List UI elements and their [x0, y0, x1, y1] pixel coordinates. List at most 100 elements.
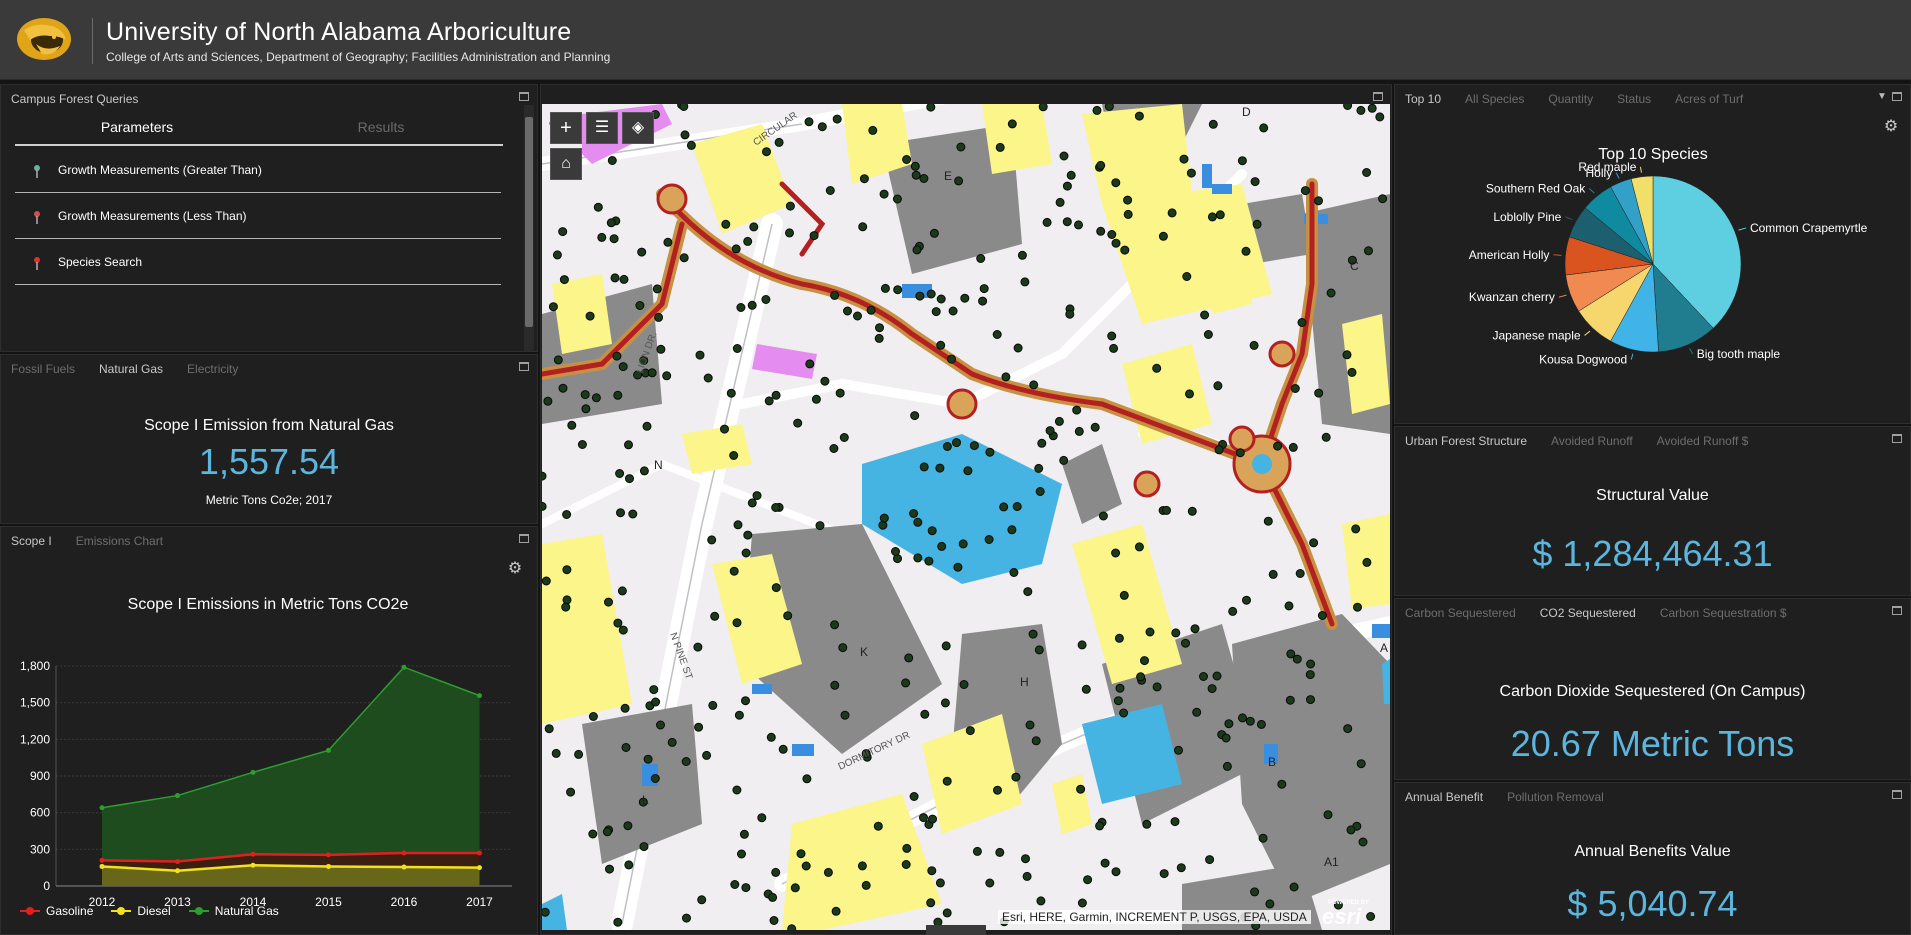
tree-marker[interactable] — [840, 710, 850, 720]
tree-marker[interactable] — [935, 878, 945, 888]
tree-marker[interactable] — [936, 294, 946, 304]
data-point[interactable] — [401, 850, 407, 856]
tree-marker[interactable] — [811, 394, 821, 404]
tree-marker[interactable] — [1250, 177, 1260, 187]
tree-marker[interactable] — [752, 491, 762, 501]
tree-marker[interactable] — [976, 254, 986, 263]
tree-marker[interactable] — [1207, 212, 1217, 222]
tree-marker[interactable] — [1263, 516, 1273, 526]
tree-marker[interactable] — [656, 720, 665, 730]
tree-marker[interactable] — [654, 312, 664, 322]
tree-marker[interactable] — [825, 186, 835, 195]
tree-marker[interactable] — [952, 438, 961, 448]
tree-marker[interactable] — [1238, 713, 1247, 723]
tree-marker[interactable] — [1096, 226, 1106, 236]
tree-marker[interactable] — [1007, 119, 1017, 129]
tree-marker[interactable] — [901, 678, 911, 688]
tree-marker[interactable] — [893, 285, 903, 295]
tree-marker[interactable] — [1142, 819, 1152, 829]
tree-marker[interactable] — [1120, 245, 1130, 255]
tree-marker[interactable] — [1007, 525, 1017, 535]
tree-marker[interactable] — [548, 302, 558, 312]
tree-marker[interactable] — [880, 283, 890, 293]
tree-marker[interactable] — [829, 444, 839, 453]
tree-marker[interactable] — [985, 447, 995, 457]
tree-marker[interactable] — [1013, 343, 1023, 353]
tree-marker[interactable] — [927, 526, 937, 536]
tree-marker[interactable] — [647, 368, 657, 378]
query-item-growth-greater[interactable]: Growth Measurements (Greater Than) — [15, 147, 501, 193]
tree-marker[interactable] — [1035, 487, 1045, 496]
tree-marker[interactable] — [551, 748, 561, 758]
tree-marker[interactable] — [757, 813, 767, 823]
tree-marker[interactable] — [730, 880, 740, 889]
tree-marker[interactable] — [1095, 821, 1105, 831]
tree-marker[interactable] — [942, 776, 952, 786]
tree-marker[interactable] — [1190, 624, 1200, 634]
tree-marker[interactable] — [1114, 633, 1124, 643]
tree-marker[interactable] — [891, 547, 900, 556]
tree-marker[interactable] — [1342, 350, 1352, 360]
tree-marker[interactable] — [1062, 181, 1072, 191]
tree-marker[interactable] — [787, 924, 797, 930]
tab-acres-of-turf[interactable]: Acres of Turf — [1675, 92, 1743, 106]
tree-marker[interactable] — [965, 726, 975, 736]
tree-marker[interactable] — [1208, 119, 1218, 129]
tree-marker[interactable] — [741, 883, 751, 893]
tree-marker[interactable] — [577, 440, 587, 449]
tree-marker[interactable] — [662, 371, 672, 381]
data-point[interactable] — [477, 693, 482, 699]
tree-marker[interactable] — [985, 878, 995, 888]
zoom-in-icon[interactable]: + — [550, 112, 582, 144]
tree-marker[interactable] — [1009, 568, 1019, 577]
tree-marker[interactable] — [618, 625, 628, 635]
tree-marker[interactable] — [1059, 151, 1069, 161]
tree-marker[interactable] — [935, 463, 945, 473]
tree-marker[interactable] — [637, 247, 647, 257]
tree-marker[interactable] — [553, 355, 563, 365]
tree-marker[interactable] — [879, 513, 889, 523]
tree-marker[interactable] — [913, 553, 923, 563]
tree-marker[interactable] — [995, 142, 1005, 152]
tree-marker[interactable] — [1224, 719, 1234, 729]
tree-marker[interactable] — [1288, 442, 1298, 452]
tree-marker[interactable] — [574, 749, 584, 759]
tree-marker[interactable] — [729, 451, 739, 460]
tree-marker[interactable] — [979, 284, 989, 294]
tree-marker[interactable] — [1123, 195, 1133, 205]
tree-marker[interactable] — [702, 750, 712, 760]
tree-marker[interactable] — [1077, 640, 1087, 650]
tree-marker[interactable] — [558, 227, 568, 237]
tree-marker[interactable] — [1358, 837, 1368, 847]
tree-marker[interactable] — [1111, 178, 1121, 188]
tree-marker[interactable] — [618, 362, 628, 372]
tree-marker[interactable] — [1119, 590, 1129, 600]
tree-marker[interactable] — [995, 847, 1005, 857]
tree-marker[interactable] — [562, 595, 572, 605]
tree-marker[interactable] — [1072, 405, 1082, 415]
tree-marker[interactable] — [663, 237, 673, 247]
tree-marker[interactable] — [729, 566, 739, 576]
data-point[interactable] — [326, 863, 331, 869]
tree-marker[interactable] — [1215, 210, 1225, 220]
tree-marker[interactable] — [739, 829, 749, 839]
tree-marker[interactable] — [910, 411, 920, 421]
tree-marker[interactable] — [588, 712, 598, 721]
tree-marker[interactable] — [585, 311, 595, 321]
tree-marker[interactable] — [1021, 854, 1030, 864]
tree-marker[interactable] — [624, 860, 634, 870]
tree-marker[interactable] — [613, 917, 623, 927]
tree-marker[interactable] — [613, 618, 623, 628]
maximize-icon[interactable] — [1373, 92, 1383, 101]
tree-marker[interactable] — [879, 189, 889, 199]
tree-marker[interactable] — [919, 462, 929, 472]
tree-marker[interactable] — [1252, 219, 1262, 229]
tree-marker[interactable] — [1285, 695, 1295, 705]
tree-marker[interactable] — [1306, 695, 1315, 705]
tree-marker[interactable] — [832, 114, 842, 124]
tree-marker[interactable] — [972, 846, 982, 856]
tree-marker[interactable] — [1235, 448, 1245, 458]
tree-marker[interactable] — [902, 155, 912, 164]
maximize-icon[interactable] — [1892, 790, 1902, 799]
tree-marker[interactable] — [643, 754, 653, 764]
